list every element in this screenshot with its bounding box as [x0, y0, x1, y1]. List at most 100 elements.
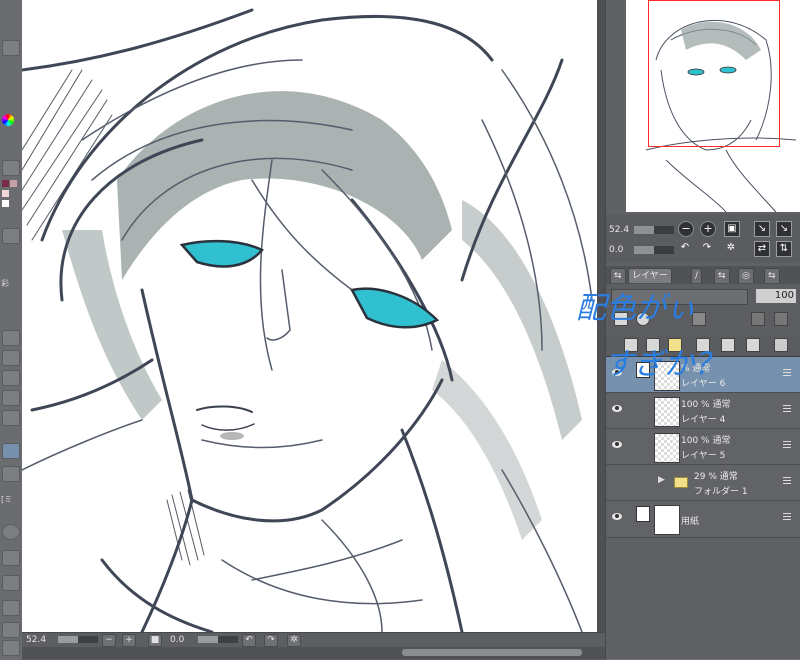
tool-button[interactable]: [2, 550, 20, 566]
new-folder-icon[interactable]: [668, 338, 682, 352]
mask-create-icon[interactable]: [746, 338, 760, 352]
navigator-zoom-value: 52.4: [609, 225, 630, 235]
navigator-preview[interactable]: [626, 0, 800, 212]
trash-icon[interactable]: [774, 338, 788, 352]
tab-icon[interactable]: ∕: [691, 268, 703, 283]
reset-rotation-icon[interactable]: ✲: [724, 241, 738, 255]
tab-icon[interactable]: ⇆: [714, 268, 730, 283]
fit-view-button[interactable]: ■: [148, 634, 162, 647]
tool-button[interactable]: [2, 330, 20, 346]
tool-button[interactable]: [2, 410, 20, 426]
tool-button[interactable]: [2, 40, 20, 56]
layer-option-icon[interactable]: [614, 312, 628, 326]
clip-icon[interactable]: [751, 312, 765, 326]
layer-name: レイヤー 5: [681, 451, 726, 461]
zoom-out-button[interactable]: −: [102, 634, 116, 647]
navigator-rotation-slider[interactable]: [634, 246, 674, 254]
mask-icon[interactable]: [774, 312, 788, 326]
tool-button[interactable]: [2, 390, 20, 406]
canvas-vertical-scrollbar[interactable]: [597, 0, 605, 632]
layer-menu-icon[interactable]: [783, 369, 791, 376]
tool-button[interactable]: [2, 370, 20, 386]
color-swatch[interactable]: [10, 180, 17, 187]
rotate-right-icon[interactable]: ↷: [700, 241, 714, 255]
zoom-in-icon[interactable]: +: [700, 221, 716, 237]
tool-button[interactable]: [2, 622, 20, 638]
zoom-in-button[interactable]: +: [122, 634, 136, 647]
search-icon[interactable]: [2, 524, 20, 540]
flip-vertical-icon[interactable]: ↘: [776, 221, 792, 237]
flip-icon[interactable]: ⇄: [754, 241, 770, 257]
sketch-artwork: [22, 8, 593, 632]
layer-mode: 29 % 通常: [694, 472, 738, 482]
new-raster-layer-icon[interactable]: [624, 338, 638, 352]
palette-lock-icon[interactable]: [2, 160, 20, 176]
zoom-value: 52.4: [26, 635, 47, 645]
scroll-thumb[interactable]: [402, 649, 582, 656]
folder-row[interactable]: ▶ 29 % 通常 フォルダー 1: [606, 465, 800, 501]
opacity-input[interactable]: 100: [756, 289, 796, 303]
navigator-zoom-slider[interactable]: [634, 226, 674, 234]
zoom-slider[interactable]: [58, 636, 98, 643]
layer-thumbnail: [654, 397, 680, 427]
left-label-a: 彩: [1, 279, 9, 288]
paper-icon: [636, 506, 650, 522]
rotation-slider[interactable]: [198, 636, 238, 643]
right-panel: 52.4 − + ▣ ↘ ↘ 0.0 ↶ ↷ ✲ ⇄ ⇅ ⇆ レイヤー ∕ ⇆ …: [605, 0, 800, 659]
color-wheel-icon[interactable]: [2, 114, 14, 126]
tab-icon[interactable]: ◎: [738, 268, 754, 283]
reset-rotation-button[interactable]: ✲: [287, 634, 301, 647]
tab-layer[interactable]: レイヤー: [628, 268, 672, 283]
layer-thumbnail: [654, 505, 680, 535]
rotate-left-icon[interactable]: ↶: [678, 241, 692, 255]
tool-button[interactable]: [2, 575, 20, 591]
horizontal-scrollbar[interactable]: [22, 647, 605, 659]
color-swatch[interactable]: [2, 180, 9, 187]
layer-menu-icon[interactable]: [783, 513, 791, 520]
layer-list: % 通常 レイヤー 6 100 % 通常 レイヤー 4 100 % 通常 レイヤ…: [606, 357, 800, 659]
folder-icon: [674, 477, 688, 488]
layer-menu-icon[interactable]: [783, 405, 791, 412]
trash-icon[interactable]: [2, 228, 20, 244]
tool-button[interactable]: [2, 600, 20, 616]
combine-icon[interactable]: [721, 338, 735, 352]
tool-button-selected[interactable]: [2, 443, 20, 459]
panel-tabs: ⇆ レイヤー ∕ ⇆ ◎ ⇆: [606, 266, 800, 285]
visibility-eye-icon[interactable]: [612, 513, 622, 520]
visibility-eye-icon[interactable]: [612, 405, 622, 412]
color-swatch[interactable]: [2, 200, 9, 207]
layer-mode: 100 % 通常: [681, 436, 731, 446]
pen-icon: [636, 362, 650, 378]
layer-row[interactable]: 100 % 通常 レイヤー 5: [606, 429, 800, 465]
color-swatch[interactable]: [2, 190, 9, 197]
layer-row[interactable]: % 通常 レイヤー 6: [606, 357, 800, 393]
blend-mode-select[interactable]: [611, 289, 748, 305]
tab-icon[interactable]: ⇆: [764, 268, 780, 283]
trash-icon[interactable]: [2, 466, 20, 482]
layer-properties: 100: [606, 284, 800, 334]
layer-menu-icon[interactable]: [783, 477, 791, 484]
rotate-left-button[interactable]: ↶: [242, 634, 256, 647]
flip-icon-2[interactable]: ⇅: [776, 241, 792, 257]
visibility-eye-icon[interactable]: [612, 441, 622, 448]
expand-arrow-icon[interactable]: ▶: [658, 475, 665, 485]
visibility-eye-icon[interactable]: [612, 369, 622, 376]
fit-screen-icon[interactable]: ▣: [724, 221, 740, 237]
new-vector-layer-icon[interactable]: [646, 338, 660, 352]
layer-row[interactable]: 100 % 通常 レイヤー 4: [606, 393, 800, 429]
layer-row[interactable]: 用紙: [606, 501, 800, 538]
layer-mode: 100 % 通常: [681, 400, 731, 410]
tab-icon[interactable]: ⇆: [610, 268, 626, 283]
layer-menu-icon[interactable]: [783, 441, 791, 448]
tool-button[interactable]: [2, 640, 20, 656]
drawing-canvas[interactable]: [22, 0, 597, 632]
reference-icon[interactable]: [636, 312, 650, 326]
rotate-right-button[interactable]: ↷: [264, 634, 278, 647]
navigator-view-frame[interactable]: [648, 0, 780, 147]
lock-icon[interactable]: [692, 312, 706, 326]
left-tool-strip: 彩 [ミ: [0, 0, 23, 659]
transfer-down-icon[interactable]: [696, 338, 710, 352]
tool-button[interactable]: [2, 350, 20, 366]
zoom-out-icon[interactable]: −: [678, 221, 694, 237]
flip-horizontal-icon[interactable]: ↘: [754, 221, 770, 237]
